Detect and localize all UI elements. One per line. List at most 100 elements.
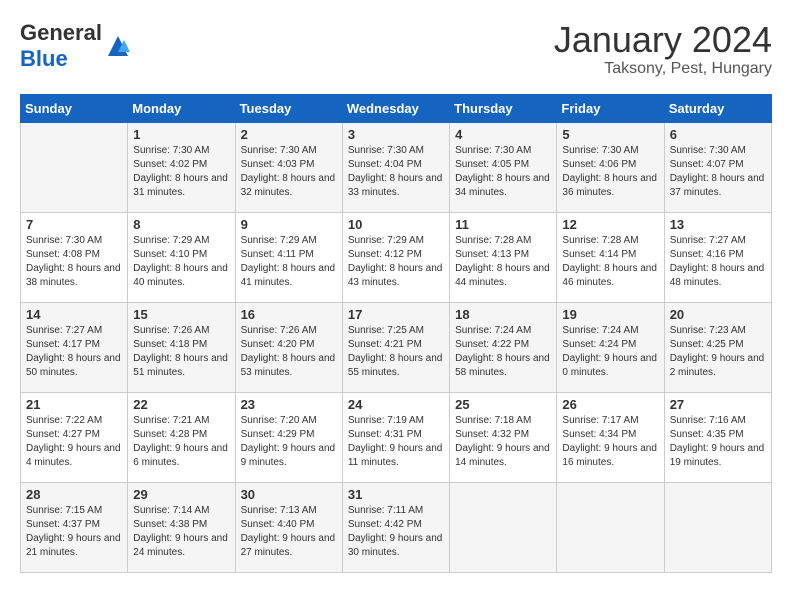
cell-sun-info: Sunrise: 7:28 AMSunset: 4:14 PMDaylight:… bbox=[562, 234, 658, 290]
cell-sun-info: Sunrise: 7:14 AMSunset: 4:38 PMDaylight:… bbox=[133, 504, 229, 560]
cell-sun-info: Sunrise: 7:29 AMSunset: 4:11 PMDaylight:… bbox=[241, 234, 337, 290]
header-row: SundayMondayTuesdayWednesdayThursdayFrid… bbox=[21, 94, 772, 122]
day-number: 17 bbox=[348, 307, 444, 322]
calendar-week-1: 1 Sunrise: 7:30 AMSunset: 4:02 PMDaylight… bbox=[21, 122, 772, 212]
cell-sun-info: Sunrise: 7:30 AMSunset: 4:06 PMDaylight:… bbox=[562, 144, 658, 200]
calendar-cell: 27 Sunrise: 7:16 AMSunset: 4:35 PMDayligh… bbox=[664, 392, 771, 482]
calendar-cell: 7 Sunrise: 7:30 AMSunset: 4:08 PMDaylight… bbox=[21, 212, 128, 302]
calendar-cell: 23 Sunrise: 7:20 AMSunset: 4:29 PMDayligh… bbox=[235, 392, 342, 482]
logo-text: General Blue bbox=[20, 20, 102, 72]
calendar-cell: 21 Sunrise: 7:22 AMSunset: 4:27 PMDayligh… bbox=[21, 392, 128, 482]
calendar-cell: 1 Sunrise: 7:30 AMSunset: 4:02 PMDaylight… bbox=[128, 122, 235, 212]
calendar-cell: 16Sunrise: 7:26 AMSunset: 4:20 PMDayligh… bbox=[235, 302, 342, 392]
calendar-cell: 29 Sunrise: 7:14 AMSunset: 4:38 PMDayligh… bbox=[128, 482, 235, 572]
calendar-cell: 28 Sunrise: 7:15 AMSunset: 4:37 PMDayligh… bbox=[21, 482, 128, 572]
cell-sun-info: Sunrise: 7:30 AMSunset: 4:04 PMDaylight:… bbox=[348, 144, 444, 200]
calendar-cell: 9 Sunrise: 7:29 AMSunset: 4:11 PMDaylight… bbox=[235, 212, 342, 302]
page-header: General Blue January 2024 Taksony, Pest,… bbox=[20, 20, 772, 78]
location-title: Taksony, Pest, Hungary bbox=[554, 60, 772, 78]
cell-sun-info: Sunrise: 7:13 AMSunset: 4:40 PMDaylight:… bbox=[241, 504, 337, 560]
day-number: 7 bbox=[26, 217, 122, 232]
header-cell-saturday: Saturday bbox=[664, 94, 771, 122]
cell-sun-info: Sunrise: 7:21 AMSunset: 4:28 PMDaylight:… bbox=[133, 414, 229, 470]
calendar-cell: 11 Sunrise: 7:28 AMSunset: 4:13 PMDayligh… bbox=[450, 212, 557, 302]
logo-blue: Blue bbox=[20, 46, 68, 71]
title-block: January 2024 Taksony, Pest, Hungary bbox=[554, 20, 772, 78]
header-cell-sunday: Sunday bbox=[21, 94, 128, 122]
cell-sun-info: Sunrise: 7:15 AMSunset: 4:37 PMDaylight:… bbox=[26, 504, 122, 560]
day-number: 21 bbox=[26, 397, 122, 412]
calendar-cell: 12Sunrise: 7:28 AMSunset: 4:14 PMDayligh… bbox=[557, 212, 664, 302]
calendar-table: SundayMondayTuesdayWednesdayThursdayFrid… bbox=[20, 94, 772, 573]
cell-sun-info: Sunrise: 7:30 AMSunset: 4:07 PMDaylight:… bbox=[670, 144, 766, 200]
cell-sun-info: Sunrise: 7:29 AMSunset: 4:10 PMDaylight:… bbox=[133, 234, 229, 290]
cell-sun-info: Sunrise: 7:16 AMSunset: 4:35 PMDaylight:… bbox=[670, 414, 766, 470]
cell-sun-info: Sunrise: 7:27 AMSunset: 4:17 PMDaylight:… bbox=[26, 324, 122, 380]
cell-sun-info: Sunrise: 7:20 AMSunset: 4:29 PMDaylight:… bbox=[241, 414, 337, 470]
calendar-cell: 13Sunrise: 7:27 AMSunset: 4:16 PMDayligh… bbox=[664, 212, 771, 302]
day-number: 13 bbox=[670, 217, 766, 232]
day-number: 18 bbox=[455, 307, 551, 322]
day-number: 31 bbox=[348, 487, 444, 502]
calendar-cell: 2Sunrise: 7:30 AMSunset: 4:03 PMDaylight… bbox=[235, 122, 342, 212]
calendar-cell: 18 Sunrise: 7:24 AMSunset: 4:22 PMDayligh… bbox=[450, 302, 557, 392]
day-number: 22 bbox=[133, 397, 229, 412]
header-cell-tuesday: Tuesday bbox=[235, 94, 342, 122]
day-number: 26 bbox=[562, 397, 658, 412]
cell-sun-info: Sunrise: 7:25 AMSunset: 4:21 PMDaylight:… bbox=[348, 324, 444, 380]
cell-sun-info: Sunrise: 7:30 AMSunset: 4:05 PMDaylight:… bbox=[455, 144, 551, 200]
header-cell-thursday: Thursday bbox=[450, 94, 557, 122]
day-number: 3 bbox=[348, 127, 444, 142]
calendar-cell bbox=[450, 482, 557, 572]
calendar-cell bbox=[664, 482, 771, 572]
day-number: 30 bbox=[241, 487, 337, 502]
day-number: 24 bbox=[348, 397, 444, 412]
calendar-cell bbox=[21, 122, 128, 212]
calendar-cell: 6 Sunrise: 7:30 AMSunset: 4:07 PMDaylight… bbox=[664, 122, 771, 212]
day-number: 1 bbox=[133, 127, 229, 142]
day-number: 25 bbox=[455, 397, 551, 412]
calendar-cell: 26 Sunrise: 7:17 AMSunset: 4:34 PMDayligh… bbox=[557, 392, 664, 482]
cell-sun-info: Sunrise: 7:19 AMSunset: 4:31 PMDaylight:… bbox=[348, 414, 444, 470]
logo-icon bbox=[104, 32, 132, 60]
calendar-cell: 24 Sunrise: 7:19 AMSunset: 4:31 PMDayligh… bbox=[342, 392, 449, 482]
calendar-cell: 3 Sunrise: 7:30 AMSunset: 4:04 PMDaylight… bbox=[342, 122, 449, 212]
day-number: 23 bbox=[241, 397, 337, 412]
cell-sun-info: Sunrise: 7:30 AMSunset: 4:08 PMDaylight:… bbox=[26, 234, 122, 290]
calendar-cell: 17 Sunrise: 7:25 AMSunset: 4:21 PMDayligh… bbox=[342, 302, 449, 392]
header-cell-monday: Monday bbox=[128, 94, 235, 122]
logo-general: General bbox=[20, 20, 102, 45]
day-number: 29 bbox=[133, 487, 229, 502]
calendar-cell: 22 Sunrise: 7:21 AMSunset: 4:28 PMDayligh… bbox=[128, 392, 235, 482]
cell-sun-info: Sunrise: 7:24 AMSunset: 4:22 PMDaylight:… bbox=[455, 324, 551, 380]
calendar-week-4: 21 Sunrise: 7:22 AMSunset: 4:27 PMDayligh… bbox=[21, 392, 772, 482]
calendar-cell: 5Sunrise: 7:30 AMSunset: 4:06 PMDaylight… bbox=[557, 122, 664, 212]
cell-sun-info: Sunrise: 7:18 AMSunset: 4:32 PMDaylight:… bbox=[455, 414, 551, 470]
day-number: 14 bbox=[26, 307, 122, 322]
month-title: January 2024 bbox=[554, 20, 772, 60]
day-number: 10 bbox=[348, 217, 444, 232]
header-cell-friday: Friday bbox=[557, 94, 664, 122]
calendar-cell: 15Sunrise: 7:26 AMSunset: 4:18 PMDayligh… bbox=[128, 302, 235, 392]
cell-sun-info: Sunrise: 7:26 AMSunset: 4:20 PMDaylight:… bbox=[241, 324, 337, 380]
cell-sun-info: Sunrise: 7:17 AMSunset: 4:34 PMDaylight:… bbox=[562, 414, 658, 470]
calendar-cell: 19Sunrise: 7:24 AMSunset: 4:24 PMDayligh… bbox=[557, 302, 664, 392]
day-number: 6 bbox=[670, 127, 766, 142]
logo: General Blue bbox=[20, 20, 132, 72]
day-number: 9 bbox=[241, 217, 337, 232]
cell-sun-info: Sunrise: 7:28 AMSunset: 4:13 PMDaylight:… bbox=[455, 234, 551, 290]
day-number: 2 bbox=[241, 127, 337, 142]
cell-sun-info: Sunrise: 7:23 AMSunset: 4:25 PMDaylight:… bbox=[670, 324, 766, 380]
calendar-cell: 31Sunrise: 7:11 AMSunset: 4:42 PMDayligh… bbox=[342, 482, 449, 572]
day-number: 11 bbox=[455, 217, 551, 232]
calendar-cell: 25 Sunrise: 7:18 AMSunset: 4:32 PMDayligh… bbox=[450, 392, 557, 482]
cell-sun-info: Sunrise: 7:22 AMSunset: 4:27 PMDaylight:… bbox=[26, 414, 122, 470]
day-number: 15 bbox=[133, 307, 229, 322]
day-number: 27 bbox=[670, 397, 766, 412]
calendar-week-3: 14 Sunrise: 7:27 AMSunset: 4:17 PMDayligh… bbox=[21, 302, 772, 392]
cell-sun-info: Sunrise: 7:30 AMSunset: 4:02 PMDaylight:… bbox=[133, 144, 229, 200]
calendar-cell: 4Sunrise: 7:30 AMSunset: 4:05 PMDaylight… bbox=[450, 122, 557, 212]
calendar-cell: 20 Sunrise: 7:23 AMSunset: 4:25 PMDayligh… bbox=[664, 302, 771, 392]
day-number: 28 bbox=[26, 487, 122, 502]
day-number: 20 bbox=[670, 307, 766, 322]
